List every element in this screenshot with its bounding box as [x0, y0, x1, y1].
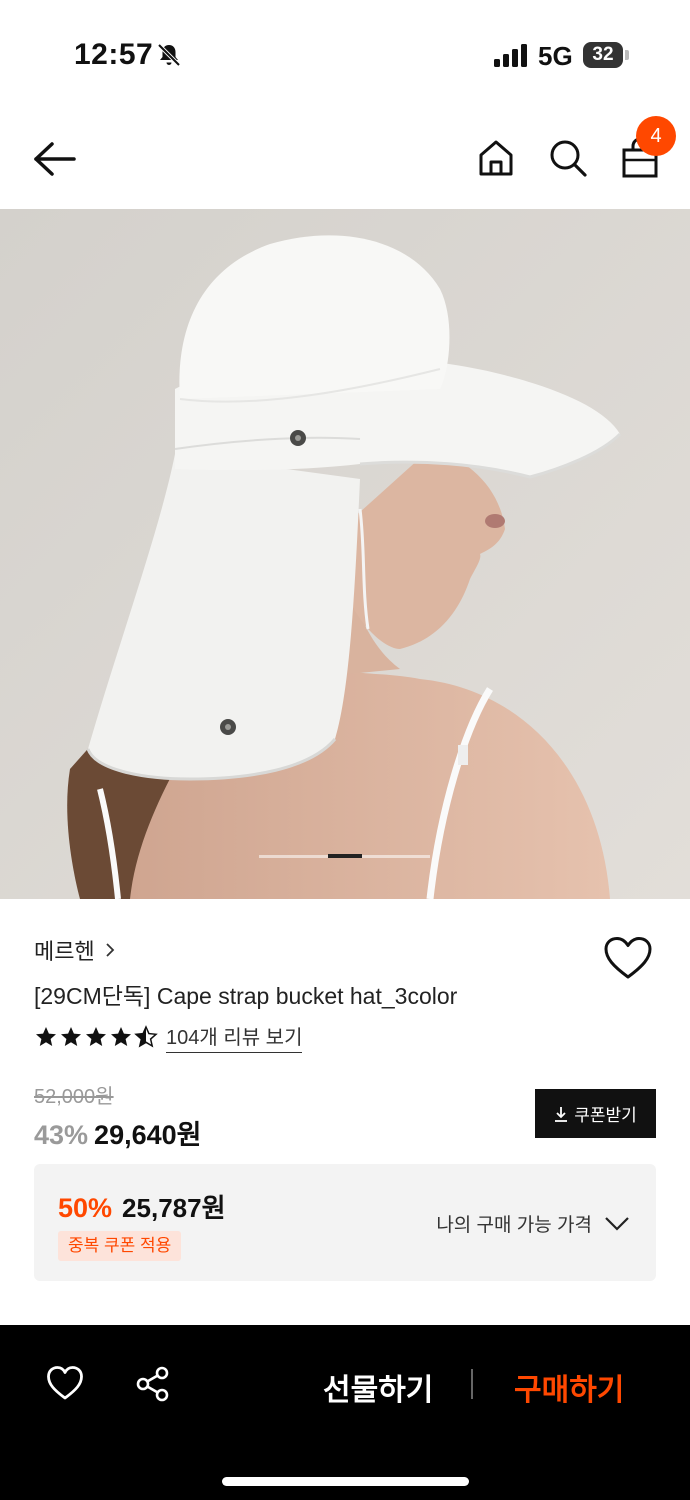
- discount-rate: 43%: [34, 1120, 89, 1150]
- my-discount-rate: 50%: [58, 1193, 113, 1223]
- heart-outline-icon[interactable]: [603, 936, 653, 980]
- bottom-action-bar: 선물하기 구매하기: [0, 1325, 690, 1500]
- star-half-icon: [134, 1025, 158, 1048]
- coupon-button-label: 쿠폰받기: [574, 1106, 637, 1125]
- star-filled-icon: [111, 1027, 131, 1046]
- brand-name: 메르헨: [34, 939, 95, 964]
- sale-price: 29,640원: [94, 1120, 202, 1150]
- product-title: [29CM단독] Cape strap bucket hat_3color: [34, 983, 458, 1009]
- rating-stars: [34, 1025, 158, 1049]
- home-icon[interactable]: [474, 136, 518, 180]
- back-arrow-icon[interactable]: [30, 138, 78, 180]
- heart-outline-icon[interactable]: [46, 1365, 84, 1401]
- bell-muted-icon: [157, 43, 181, 67]
- star-filled-icon: [61, 1027, 81, 1046]
- price-row: 43% 29,640원: [34, 1113, 201, 1152]
- get-coupon-button[interactable]: 쿠폰받기: [535, 1089, 656, 1138]
- review-link[interactable]: 104개 리뷰 보기: [166, 1021, 303, 1053]
- product-image[interactable]: [0, 209, 690, 899]
- product-photo: [0, 209, 690, 899]
- carousel-indicator: [328, 854, 362, 858]
- status-bar: 12:57 5G 32: [0, 0, 690, 110]
- signal-icon: [494, 44, 527, 67]
- chevron-down-icon: [605, 1216, 629, 1231]
- star-filled-icon: [86, 1027, 106, 1046]
- star-filled-icon: [36, 1027, 56, 1046]
- my-price-expand[interactable]: 나의 구매 가능 가격: [436, 1210, 630, 1237]
- rating-row: 104개 리뷰 보기: [34, 1021, 303, 1053]
- my-price-panel[interactable]: 50% 25,787원 중복 쿠폰 적용 나의 구매 가능 가격: [34, 1164, 656, 1281]
- buy-button[interactable]: 구매하기: [514, 1365, 624, 1409]
- download-icon: [555, 1106, 568, 1122]
- status-time: 12:57: [74, 38, 154, 71]
- my-price-row: 50% 25,787원: [58, 1188, 226, 1225]
- header: [0, 110, 690, 208]
- search-icon[interactable]: [546, 136, 590, 180]
- divider: [471, 1369, 473, 1399]
- gift-button[interactable]: 선물하기: [323, 1365, 433, 1409]
- cart-count-badge: 4: [636, 116, 676, 156]
- home-indicator: [222, 1477, 469, 1486]
- my-price: 25,787원: [122, 1193, 226, 1223]
- coupon-tag: 중복 쿠폰 적용: [58, 1231, 182, 1261]
- chevron-right-icon: [106, 943, 115, 957]
- network-label: 5G: [538, 41, 573, 71]
- original-price: 52,000원: [34, 1086, 114, 1108]
- my-price-label: 나의 구매 가능 가격: [436, 1215, 592, 1236]
- brand-link[interactable]: 메르헨: [34, 935, 117, 965]
- battery-tip: [625, 50, 629, 60]
- share-icon[interactable]: [134, 1365, 172, 1403]
- battery-icon: 32: [583, 42, 623, 68]
